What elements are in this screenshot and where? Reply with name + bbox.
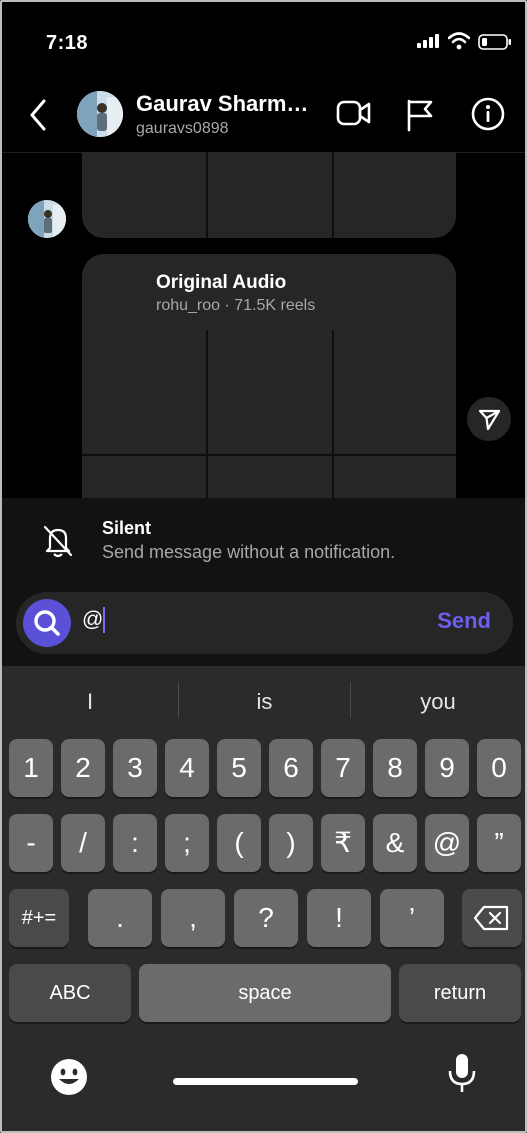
reel-message-preview[interactable] bbox=[82, 152, 456, 238]
key-7[interactable]: 7 bbox=[321, 739, 365, 797]
share-button[interactable] bbox=[467, 397, 511, 441]
key-6[interactable]: 6 bbox=[269, 739, 313, 797]
text-cursor bbox=[103, 607, 105, 633]
status-time: 7:18 bbox=[46, 32, 89, 54]
key-comma[interactable]: , bbox=[161, 889, 225, 947]
key-delete[interactable] bbox=[462, 889, 522, 947]
key-rupee[interactable]: ₹ bbox=[321, 814, 365, 872]
key-close-paren[interactable]: ) bbox=[269, 814, 313, 872]
suggestion-2[interactable]: is bbox=[179, 685, 350, 719]
key-question[interactable]: ? bbox=[234, 889, 298, 947]
app-frame: 7: 1 8 Gaurav Sharm… gauravs0898 Original … bbox=[0, 0, 527, 1133]
report-flag-icon[interactable] bbox=[404, 98, 436, 132]
battery-icon bbox=[478, 34, 511, 50]
key-quote[interactable]: ” bbox=[477, 814, 521, 872]
video-call-icon[interactable] bbox=[336, 98, 372, 128]
search-icon bbox=[34, 610, 60, 636]
key-return[interactable]: return bbox=[399, 964, 521, 1022]
key-8[interactable]: 8 bbox=[373, 739, 417, 797]
silent-option-panel: Silent Send message without a notificati… bbox=[2, 498, 525, 666]
audio-reel-message[interactable]: Original Audio rohu_roo · 71.5K reels bbox=[82, 254, 456, 498]
key-semicolon[interactable]: ; bbox=[165, 814, 209, 872]
key-0[interactable]: 0 bbox=[477, 739, 521, 797]
key-apostrophe[interactable]: ’ bbox=[380, 889, 444, 947]
microphone-icon[interactable] bbox=[445, 1052, 479, 1096]
backspace-icon bbox=[473, 905, 509, 931]
key-3[interactable]: 3 bbox=[113, 739, 157, 797]
back-chevron-icon[interactable] bbox=[26, 97, 50, 133]
keyboard: I is you 1 2 3 4 5 6 7 8 9 0 - / : ; ( )… bbox=[2, 666, 525, 1131]
key-at[interactable]: @ bbox=[425, 814, 469, 872]
key-1[interactable]: 1 bbox=[9, 739, 53, 797]
search-button[interactable] bbox=[23, 599, 71, 647]
chat-header: Gaurav Sharm… gauravs0898 bbox=[2, 82, 525, 153]
contact-name[interactable]: Gaurav Sharm… bbox=[136, 91, 308, 117]
info-icon[interactable] bbox=[470, 96, 506, 132]
message-input[interactable]: @ bbox=[82, 608, 103, 632]
suggestion-3[interactable]: you bbox=[351, 685, 525, 719]
profile-avatar[interactable] bbox=[77, 91, 123, 137]
silent-description: Send message without a notification. bbox=[102, 542, 396, 562]
key-5[interactable]: 5 bbox=[217, 739, 261, 797]
key-space[interactable]: space bbox=[139, 964, 391, 1022]
key-exclamation[interactable]: ! bbox=[307, 889, 371, 947]
message-thread[interactable]: Original Audio rohu_roo · 71.5K reels bbox=[2, 152, 525, 498]
contact-username[interactable]: gauravs0898 bbox=[136, 120, 229, 138]
key-abc[interactable]: ABC bbox=[9, 964, 131, 1022]
reel-audio-title: Original Audio bbox=[156, 272, 287, 293]
key-hyphen[interactable]: - bbox=[9, 814, 53, 872]
key-2[interactable]: 2 bbox=[61, 739, 105, 797]
key-open-paren[interactable]: ( bbox=[217, 814, 261, 872]
sender-avatar[interactable] bbox=[28, 200, 66, 238]
key-9[interactable]: 9 bbox=[425, 739, 469, 797]
key-colon[interactable]: : bbox=[113, 814, 157, 872]
key-more-symbols[interactable]: #+= bbox=[9, 889, 69, 947]
message-composer: @ Send bbox=[16, 592, 513, 654]
suggestion-1[interactable]: I bbox=[2, 685, 178, 719]
bell-off-icon bbox=[43, 525, 73, 558]
cellular-signal-icon bbox=[417, 34, 439, 48]
key-4[interactable]: 4 bbox=[165, 739, 209, 797]
key-ampersand[interactable]: & bbox=[373, 814, 417, 872]
reel-audio-subtitle: rohu_roo · 71.5K reels bbox=[156, 297, 316, 314]
key-slash[interactable]: / bbox=[61, 814, 105, 872]
silent-title: Silent bbox=[102, 518, 152, 538]
emoji-icon[interactable] bbox=[48, 1056, 90, 1098]
home-indicator bbox=[173, 1078, 358, 1085]
wifi-icon bbox=[448, 32, 470, 50]
send-button[interactable]: Send bbox=[437, 608, 491, 634]
paper-plane-icon bbox=[478, 409, 501, 431]
status-bar: 7:18 bbox=[2, 2, 525, 82]
key-period[interactable]: . bbox=[88, 889, 152, 947]
